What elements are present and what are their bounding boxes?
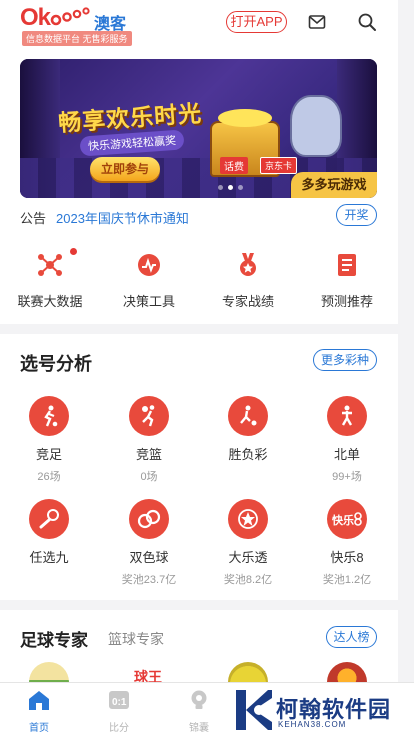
lottery-item-beidan[interactable]: 北单 99+场 (307, 396, 387, 484)
quick-link-predictions[interactable]: 预测推荐 (297, 252, 397, 310)
quick-link-label: 专家战绩 (221, 294, 274, 309)
nav-tips[interactable]: 锦囊 (175, 689, 223, 734)
document-icon (338, 254, 356, 276)
lottery-name: 双色球 (129, 550, 169, 565)
banner-title: 畅享欢乐时光 (57, 100, 203, 136)
lottery-item-shuangseqiu[interactable]: 双色球 奖池23.7亿 (109, 499, 189, 587)
lottery-name: 快乐8 (330, 550, 364, 565)
lightbulb-icon (191, 690, 207, 709)
draw-results-button[interactable]: 开奖 (336, 204, 377, 226)
banner-tag-phone-credit: 话费 (220, 157, 248, 174)
athlete-icon (327, 396, 367, 436)
tab-basketball-experts[interactable]: 篮球专家 (108, 629, 164, 649)
nav-scores[interactable]: 0:1 比分 (95, 689, 143, 734)
lottery-item-shengfucai[interactable]: 胜负彩 (208, 396, 288, 468)
scoreboard-icon: 0:1 (109, 691, 129, 709)
quick-link-decision-tools[interactable]: 决策工具 (99, 252, 199, 310)
watermark-logo-icon (236, 690, 272, 730)
home-icon (29, 691, 49, 710)
nav-label: 首页 (29, 723, 49, 734)
basketball-player-icon (129, 396, 169, 436)
kuaile8-icon: 快乐 (327, 499, 367, 539)
nav-label: 比分 (109, 723, 129, 734)
quick-link-expert-record[interactable]: 专家战绩 (198, 252, 298, 310)
football-player-icon (29, 396, 69, 436)
quick-links: 联赛大数据 决策工具 专家战绩 预测推荐 (0, 248, 398, 312)
banner-corner-label[interactable]: 多多玩游戏 (291, 172, 377, 198)
lottery-meta: 奖池1.2亿 (322, 574, 372, 586)
banner-dot[interactable] (238, 185, 243, 190)
network-icon (38, 254, 62, 276)
quick-link-label: 决策工具 (122, 294, 175, 309)
page: Ok 澳客 信息数据平台 无售彩服务 打开APP 畅享欢乐时光 快乐游戏轻松赢奖… (0, 0, 414, 736)
more-lotteries-button[interactable]: 更多彩种 (313, 349, 377, 371)
watermark-url: KEHAN38.COM (278, 720, 347, 729)
banner-dot[interactable] (218, 185, 223, 190)
lottery-analysis-section: 选号分析 更多彩种 竞足 26场 竞篮 0场 胜负彩 北单 99+场 任选九 双… (0, 334, 398, 600)
notice-link[interactable]: 2023年国庆节休市通知 (56, 208, 189, 227)
banner-pagination (218, 185, 243, 190)
notice-label: 公告 (20, 211, 47, 226)
top-card: 畅享欢乐时光 快乐游戏轻松赢奖 立即参与 话费 京东卡 多多玩游戏 公告 202… (0, 46, 398, 324)
svg-text:Ok: Ok (20, 4, 52, 30)
quick-link-label: 预测推荐 (320, 294, 373, 309)
nav-home[interactable]: 首页 (15, 689, 63, 734)
open-app-button[interactable]: 打开APP (226, 11, 287, 33)
soccer-ball-icon (29, 499, 69, 539)
notification-dot (70, 248, 77, 255)
lottery-name: 北单 (333, 447, 360, 462)
banner-tag-jd-card: 京东卡 (260, 157, 298, 174)
tab-football-experts[interactable]: 足球专家 (20, 626, 88, 651)
lottery-item-daletou[interactable]: 大乐透 奖池8.2亿 (208, 499, 288, 587)
lottery-item-jinglan[interactable]: 竞篮 0场 (109, 396, 189, 484)
lottery-meta: 奖池8.2亿 (223, 574, 273, 586)
scrollbar-track[interactable] (398, 0, 414, 682)
site-watermark: 柯翰软件园 KEHAN38.COM (234, 688, 398, 734)
top-header: Ok 澳客 信息数据平台 无售彩服务 打开APP (0, 0, 398, 46)
lottery-item-kuaile8[interactable]: 快乐 快乐8 奖池1.2亿 (307, 499, 387, 587)
lottery-meta: 99+场 (332, 471, 362, 483)
star-icon (228, 499, 268, 539)
medal-icon (240, 253, 256, 276)
banner-dot-active[interactable] (228, 185, 233, 190)
banner-cta-button[interactable]: 立即参与 (90, 157, 160, 181)
lottery-meta: 26场 (37, 471, 61, 483)
lottery-name: 任选九 (29, 550, 69, 565)
quick-link-league-data[interactable]: 联赛大数据 (0, 248, 100, 310)
lottery-name: 胜负彩 (228, 447, 268, 462)
lottery-name: 竞篮 (135, 447, 162, 462)
lottery-meta: 0场 (140, 471, 158, 483)
notice-bar: 公告 2023年国庆节休市通知 开奖 (20, 204, 377, 228)
search-icon[interactable] (357, 12, 377, 32)
svg-text:快乐: 快乐 (332, 513, 354, 527)
brand-slogan: 信息数据平台 无售彩服务 (22, 31, 132, 46)
lottery-meta: 奖池23.7亿 (121, 574, 177, 586)
cat-mascot-icon (290, 95, 342, 157)
lottery-item-renxuanjiu[interactable]: 任选九 (9, 499, 89, 571)
lottery-name: 竞足 (35, 447, 62, 462)
double-ball-icon (129, 499, 169, 539)
soccer-kick-icon (228, 396, 268, 436)
lottery-item-jingzu[interactable]: 竞足 26场 (9, 396, 89, 484)
section-title: 选号分析 (20, 354, 92, 374)
mail-icon[interactable] (308, 13, 326, 31)
quick-link-label: 联赛大数据 (17, 294, 83, 309)
nav-label: 锦囊 (189, 723, 209, 734)
chart-pulse-icon (138, 254, 160, 276)
promo-banner[interactable]: 畅享欢乐时光 快乐游戏轻松赢奖 立即参与 话费 京东卡 多多玩游戏 (20, 59, 377, 198)
lottery-name: 大乐透 (228, 550, 268, 565)
ranking-button[interactable]: 达人榜 (326, 626, 377, 648)
svg-text:0:1: 0:1 (112, 697, 127, 708)
